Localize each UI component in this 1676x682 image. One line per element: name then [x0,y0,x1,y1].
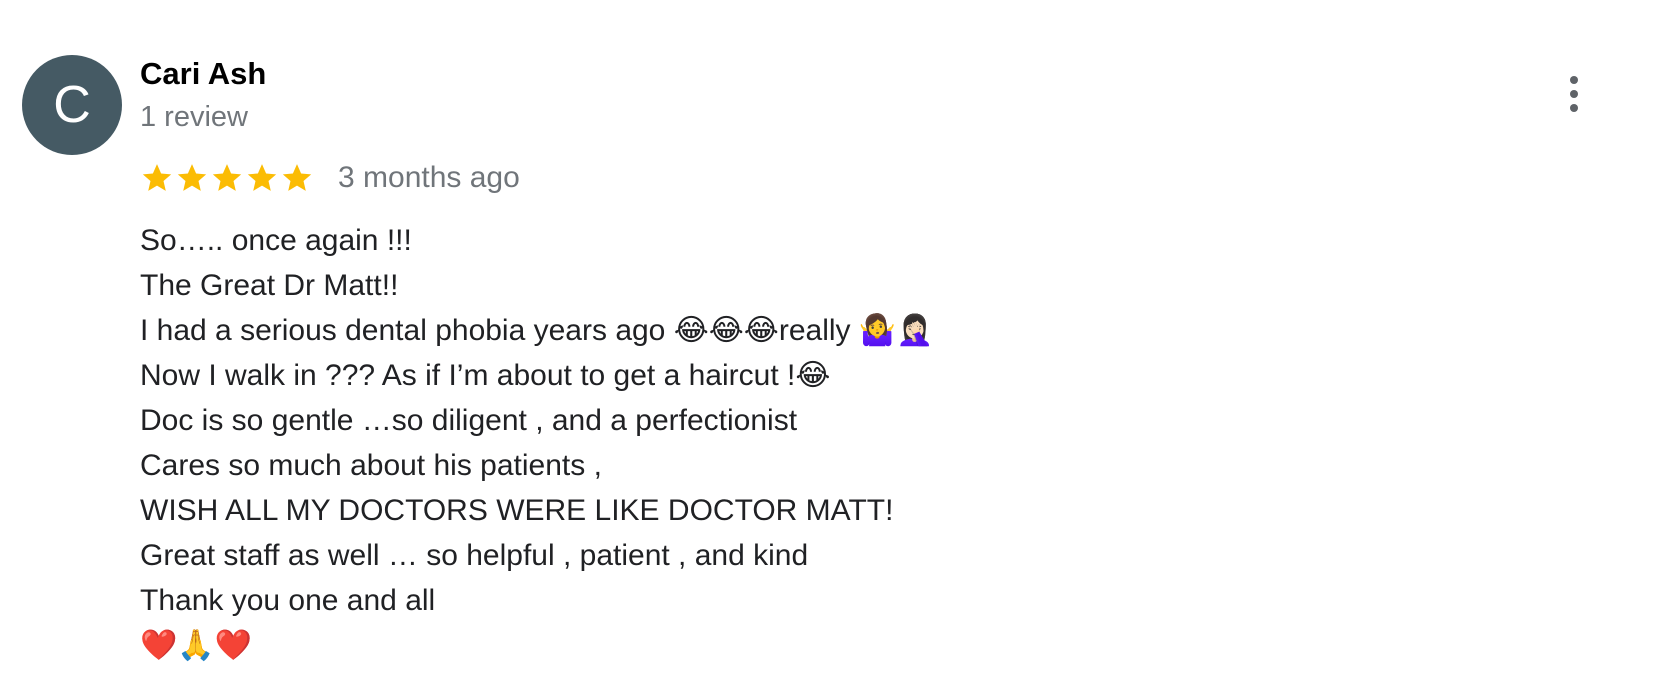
review-line: ❤️🙏❤️ [140,629,253,662]
star-icon [175,161,209,195]
star-icon [210,161,244,195]
star-icon [245,161,279,195]
review-line: Cares so much about his patients , [140,449,602,482]
more-vertical-icon-dot [1570,104,1578,112]
more-vertical-icon [1570,76,1578,84]
review-line: Now I walk in ??? As if I’m about to get… [140,359,831,392]
review-text: So….. once again !!! The Great Dr Matt!! I… [140,218,934,668]
reviewer-info: Cari Ash 1 review [140,56,266,134]
review-line: WISH ALL MY DOCTORS WERE LIKE DOCTOR MAT… [140,494,894,527]
avatar-initial: C [53,76,91,134]
star-icon [280,161,314,195]
reviewer-review-count: 1 review [140,101,248,133]
rating-row: 3 months ago [140,158,520,198]
review-line: Great staff as well … so helpful , patie… [140,539,809,572]
review-date: 3 months ago [338,161,520,194]
more-vertical-icon-dot [1570,90,1578,98]
star-rating [140,161,314,195]
review-line: So….. once again !!! [140,224,412,257]
reviewer-name[interactable]: Cari Ash [140,56,266,92]
avatar[interactable]: C [22,55,122,155]
more-options-button[interactable] [1552,72,1596,116]
review-card: C Cari Ash 1 review 3 months ago So….. o… [0,0,1676,682]
review-line: Doc is so gentle …so diligent , and a pe… [140,404,798,437]
review-line: Thank you one and all [140,584,436,617]
review-line: The Great Dr Matt!! [140,269,399,302]
star-icon [140,161,174,195]
review-line: I had a serious dental phobia years ago … [140,314,934,347]
